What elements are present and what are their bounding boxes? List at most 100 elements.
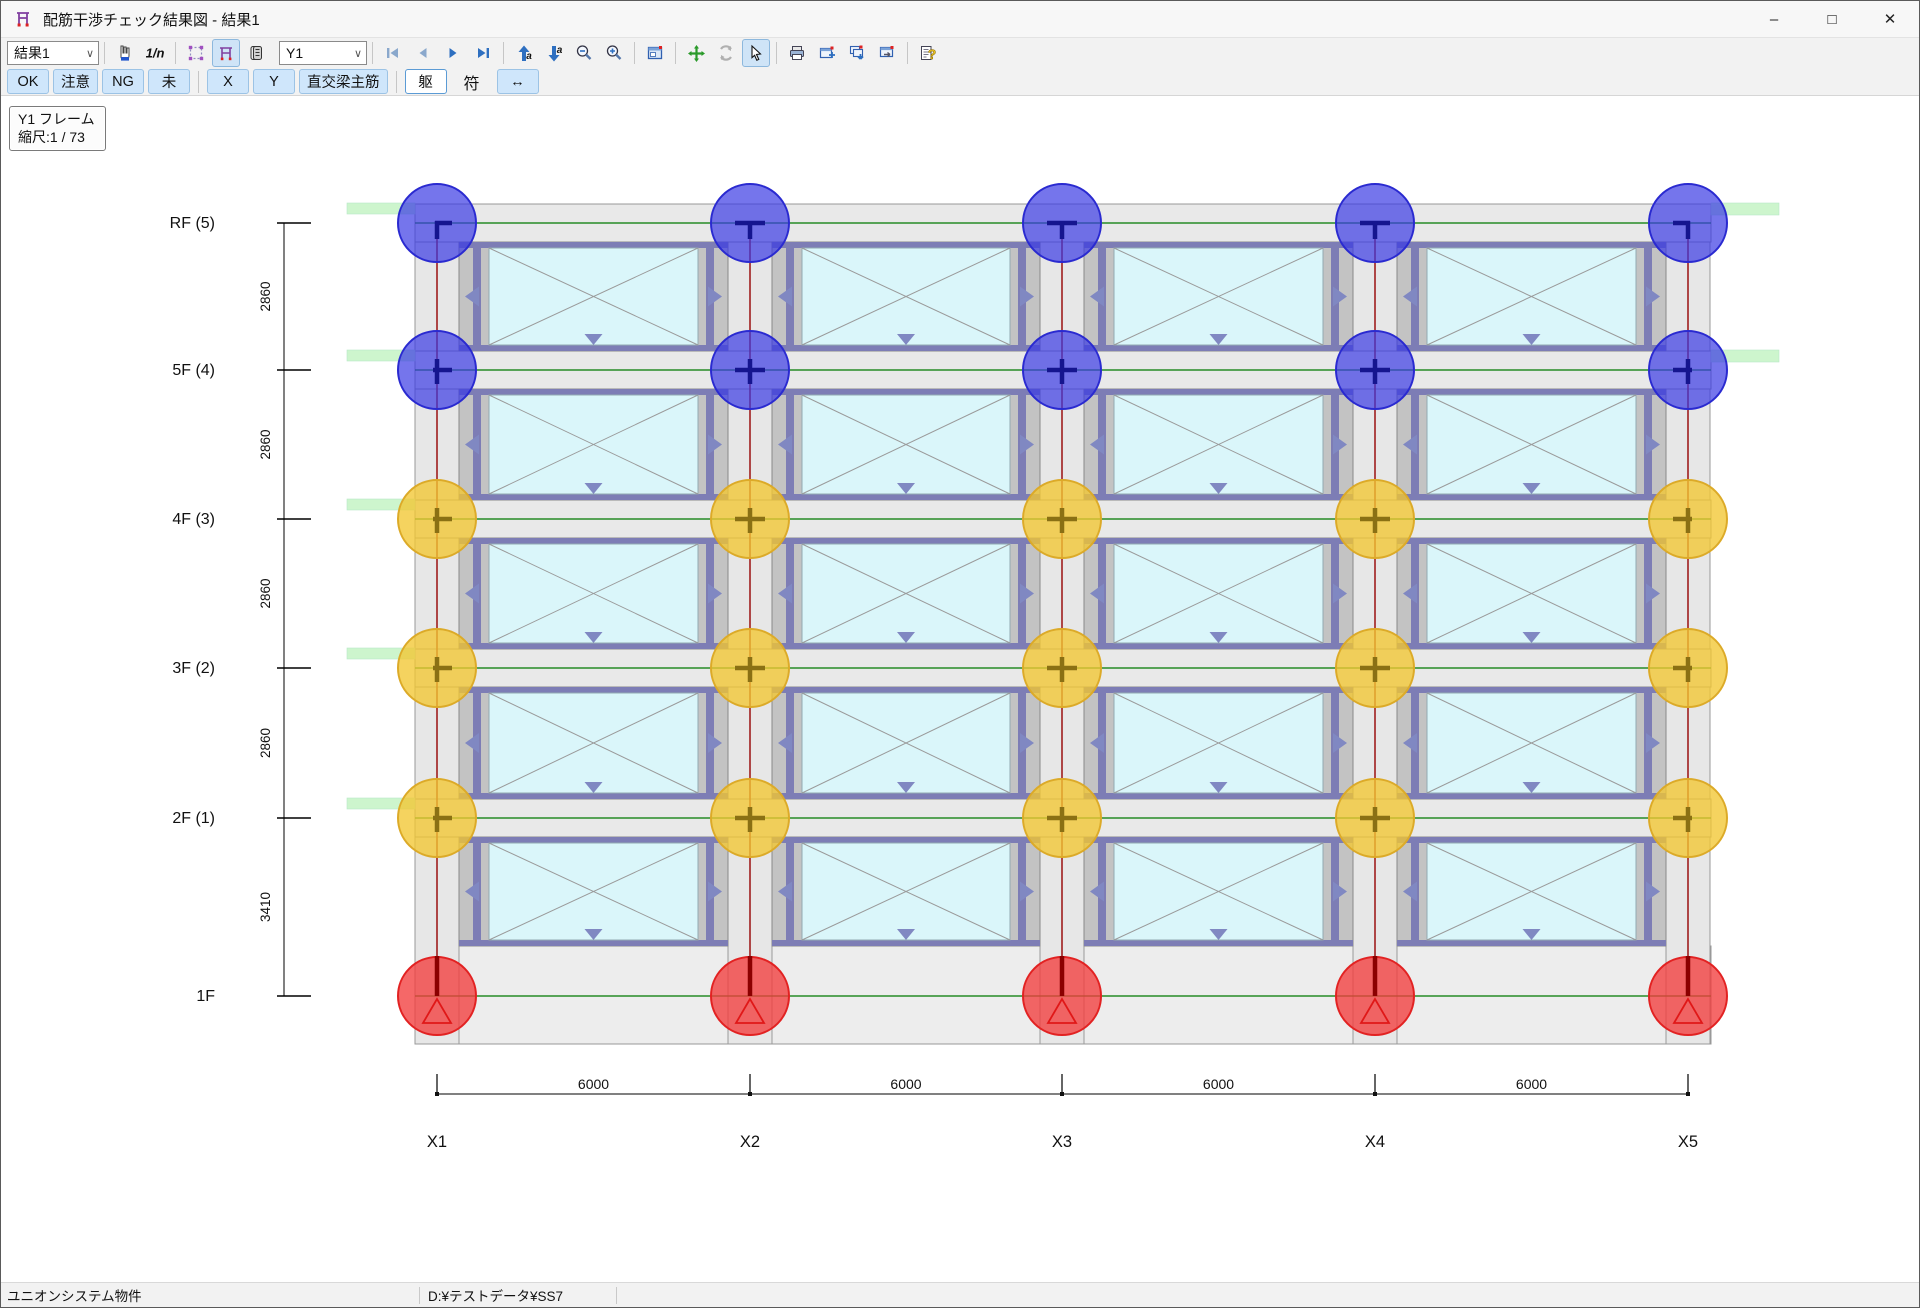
close-button[interactable]: ✕ <box>1861 1 1919 37</box>
printer-icon <box>788 44 806 62</box>
frame-view-button[interactable] <box>212 39 240 67</box>
zoom-in-button[interactable] <box>600 39 628 67</box>
panel-edge-bottom <box>772 793 1040 799</box>
panel-edge-top <box>772 242 1040 248</box>
filter-button-0-2[interactable]: NG <box>102 69 144 94</box>
last-icon <box>474 44 492 62</box>
svg-text:?: ? <box>927 46 936 62</box>
bay-dim: 6000 <box>1516 1076 1547 1092</box>
panel-edge-top <box>1084 389 1353 395</box>
next-frame-button[interactable] <box>439 39 467 67</box>
dim-dot <box>1373 1092 1377 1096</box>
floor-label-RF (5): RF (5) <box>170 215 215 232</box>
next-icon <box>444 44 462 62</box>
maximize-button[interactable]: □ <box>1803 1 1861 37</box>
filter-button-0-1[interactable]: 注意 <box>53 69 98 94</box>
frame-select[interactable]: Y1 ∨ <box>279 41 367 65</box>
panel-edge-bottom <box>459 793 728 799</box>
main-toolbar: 結果1 ∨ 1/n <box>1 38 1919 68</box>
select-region-button[interactable] <box>182 39 210 67</box>
level-down-button[interactable]: a <box>540 39 568 67</box>
frame-select-value: Y1 <box>286 45 303 61</box>
toolbar-separator <box>776 42 777 64</box>
floor-label-4F (3): 4F (3) <box>172 511 215 528</box>
level-up-button[interactable]: a <box>510 39 538 67</box>
chevron-down-icon: ∨ <box>348 47 362 60</box>
floor-label-2F (1): 2F (1) <box>172 810 215 827</box>
rotate-icon <box>717 44 735 62</box>
filter-separator <box>198 71 199 93</box>
last-frame-button[interactable] <box>469 39 497 67</box>
filter-button-2-1[interactable]: 符 <box>451 69 493 94</box>
story-dim: 2860 <box>258 578 273 608</box>
panel-edge-top <box>459 538 728 544</box>
panel-edge-bottom <box>1397 643 1666 649</box>
zoom-out-button[interactable] <box>570 39 598 67</box>
one-over-n-icon: 1/n <box>146 44 164 62</box>
rotate-button[interactable] <box>712 39 740 67</box>
panel-edge-top <box>1084 242 1353 248</box>
panel-edge-top <box>772 538 1040 544</box>
pan-button[interactable] <box>682 39 710 67</box>
panel-edge-top <box>1397 687 1666 693</box>
result-select[interactable]: 結果1 ∨ <box>7 41 99 65</box>
panel-edge-top <box>1397 242 1666 248</box>
pick-element-button[interactable] <box>111 39 139 67</box>
filter-button-0-3[interactable]: 未 <box>148 69 190 94</box>
chevron-down-icon: ∨ <box>80 47 94 60</box>
bay-dim: 6000 <box>1203 1076 1234 1092</box>
help-icon: ? <box>919 44 938 63</box>
drawing-canvas: Y1 フレーム 縮尺:1 / 73 RF (5)5F (4)4F (3)3F (… <box>1 96 1920 1284</box>
panel-edge-top <box>772 837 1040 843</box>
filter-button-0-0[interactable]: OK <box>7 69 49 94</box>
toolbar-separator <box>175 42 176 64</box>
move-cross-icon <box>687 44 706 63</box>
prev-frame-button[interactable] <box>409 39 437 67</box>
first-frame-button[interactable] <box>379 39 407 67</box>
svg-text:1/n: 1/n <box>146 46 164 61</box>
floor-label-3F (2): 3F (2) <box>172 660 215 677</box>
status-bar: ユニオンシステム物件 D:¥テストデータ¥SS7 <box>1 1282 1919 1307</box>
filter-button-2-2[interactable]: ↔ <box>497 69 539 94</box>
up-a-icon: a <box>515 44 534 63</box>
panel-edge-bottom <box>459 643 728 649</box>
panel-edge-top <box>1397 837 1666 843</box>
toolbar-separator <box>634 42 635 64</box>
select-cursor-button[interactable] <box>742 39 770 67</box>
down-a-icon: a <box>545 44 564 63</box>
selection-rect-icon <box>187 44 205 62</box>
panel-edge-bottom <box>1397 494 1666 500</box>
grid-label-X2: X2 <box>740 1133 760 1151</box>
filter-button-2-0[interactable]: 躯 <box>405 69 447 94</box>
panel-edge-bottom <box>1084 793 1353 799</box>
one-over-n-button[interactable]: 1/n <box>141 39 169 67</box>
grid-label-X1: X1 <box>427 1133 447 1151</box>
help-button[interactable]: ? <box>914 39 942 67</box>
filter-button-1-2[interactable]: 直交梁主筋 <box>299 69 388 94</box>
filter-button-1-1[interactable]: Y <box>253 69 295 94</box>
switch-window-button[interactable] <box>873 39 901 67</box>
panel-edge-top <box>1397 389 1666 395</box>
panel-edge-top <box>459 837 728 843</box>
panel-edge-bottom <box>1397 940 1666 946</box>
panel-edge-top <box>459 242 728 248</box>
fit-window-button[interactable] <box>641 39 669 67</box>
panel-edge-bottom <box>459 345 728 351</box>
panel-edge-top <box>1084 687 1353 693</box>
floor-label-1F: 1F <box>196 988 215 1005</box>
app-icon <box>13 9 33 29</box>
status-path: D:¥テストデータ¥SS7 <box>420 1285 616 1305</box>
story-dim: 3410 <box>258 892 273 922</box>
minimize-button[interactable]: – <box>1745 1 1803 37</box>
panel-edge-bottom <box>1084 940 1353 946</box>
story-dim: 2860 <box>258 429 273 459</box>
cascade-windows-button[interactable] <box>843 39 871 67</box>
frame-icon <box>217 44 235 62</box>
new-window-button[interactable] <box>813 39 841 67</box>
title-bar: 配筋干渉チェック結果図 - 結果1 – □ ✕ <box>1 1 1919 38</box>
panel-edge-top <box>459 687 728 693</box>
panel-edge-bottom <box>1084 643 1353 649</box>
filter-button-1-0[interactable]: X <box>207 69 249 94</box>
list-view-button[interactable] <box>242 39 270 67</box>
print-button[interactable] <box>783 39 811 67</box>
